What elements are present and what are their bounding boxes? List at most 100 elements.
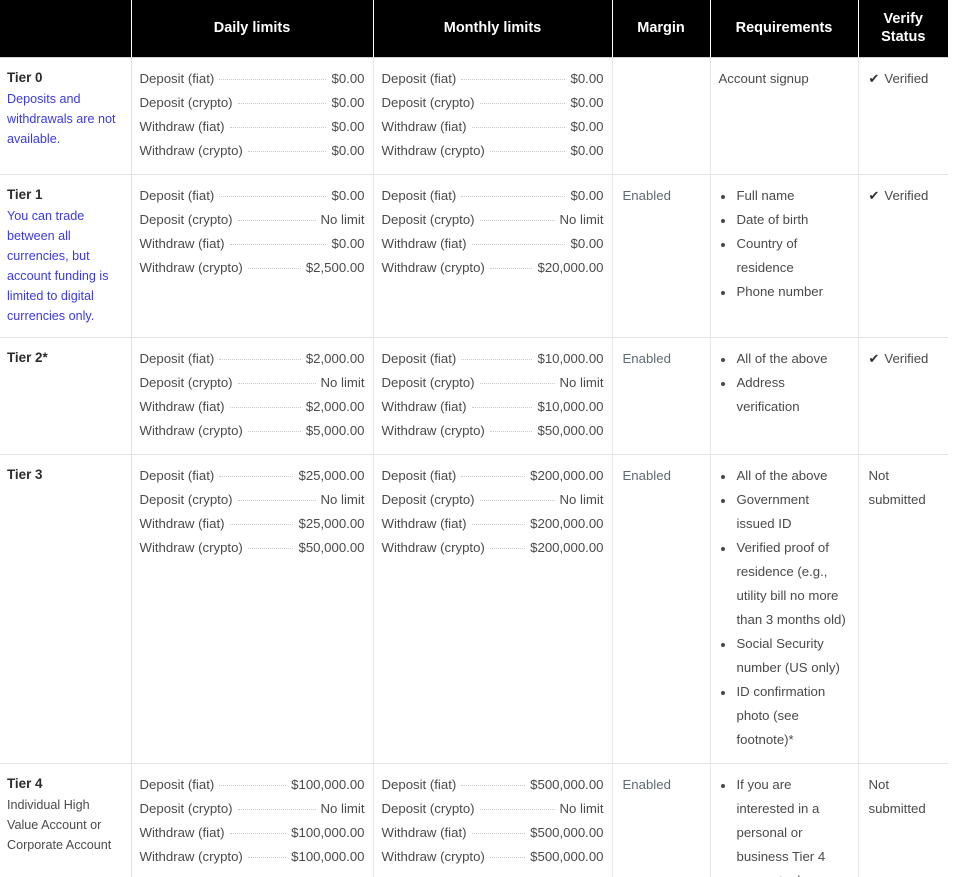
limit-item: Withdraw (fiat) $200,000.00 [382, 512, 604, 536]
dotted-leader [229, 126, 327, 128]
dotted-leader [489, 430, 533, 432]
tier-cell: Tier 1 You can trade between all currenci… [0, 173, 132, 337]
dotted-leader [479, 808, 555, 810]
column-header-monthly-limits: Monthly limits [373, 0, 613, 57]
table-body: Tier 0 Deposits and withdrawals are not a… [0, 56, 948, 877]
limit-label: Withdraw (crypto) [139, 422, 243, 438]
limit-label: Withdraw (fiat) [139, 235, 225, 251]
limit-item: Deposit (fiat) $0.00 [382, 67, 604, 91]
limit-item: Deposit (fiat) $0.00 [140, 67, 365, 91]
limit-label: Deposit (fiat) [381, 187, 457, 203]
daily-limits-cell: Deposit (fiat) $0.00 Deposit (crypto) No li… [131, 173, 374, 337]
verify-status-text: Verified [884, 350, 929, 366]
limit-value: $10,000.00 [537, 398, 604, 414]
monthly-limits-cell: Deposit (fiat) $10,000.00 Deposit (crypto)… [373, 336, 613, 454]
column-header-requirements: Requirements [710, 0, 859, 57]
requirement-item: Phone number [735, 280, 850, 304]
limit-value: No limit [320, 211, 365, 227]
dotted-leader [247, 430, 301, 432]
requirement-item: Address verification [735, 371, 850, 419]
dotted-leader [471, 406, 533, 408]
requirement-item: Full name [735, 184, 850, 208]
requirement-item: Social Security number (US only) [735, 632, 850, 680]
limit-value: No limit [320, 491, 365, 507]
table-row: Tier 1 You can trade between all currenci… [0, 173, 948, 337]
limit-item: Deposit (crypto) No limit [140, 488, 365, 512]
dotted-leader [237, 219, 316, 221]
limit-item: Withdraw (fiat) $0.00 [382, 115, 604, 139]
limits-list: Deposit (fiat) $0.00 Deposit (crypto) $0.00… [382, 67, 604, 163]
limit-item: Withdraw (fiat) $2,000.00 [140, 395, 365, 419]
limits-list: Deposit (fiat) $0.00 Deposit (crypto) $0.00… [140, 67, 365, 163]
dotted-leader [247, 856, 287, 858]
tier-title: Tier 3 [7, 466, 43, 482]
dotted-leader [471, 523, 526, 525]
limit-item: Deposit (crypto) No limit [382, 208, 604, 232]
limits-list: Deposit (fiat) $10,000.00 Deposit (crypto)… [382, 347, 604, 443]
limits-list: Deposit (fiat) $200,000.00 Deposit (crypto… [382, 464, 604, 560]
check-icon: ✔ [868, 350, 880, 366]
limit-value: $25,000.00 [298, 467, 365, 483]
limit-label: Withdraw (fiat) [139, 398, 225, 414]
limit-label: Deposit (fiat) [139, 350, 215, 366]
limit-label: Deposit (fiat) [381, 467, 457, 483]
requirement-item: Verified proof of residence (e.g., utili… [735, 536, 850, 632]
requirements-list: All of the aboveGovernment issued IDVeri… [719, 464, 850, 752]
table-row: Tier 0 Deposits and withdrawals are not a… [0, 56, 948, 174]
dotted-leader [229, 832, 287, 834]
limit-item: Withdraw (crypto) $2,500.00 [140, 256, 365, 280]
dotted-leader [479, 382, 555, 384]
account-tier-limits-table: Daily limits Monthly limits Margin Requi… [0, 0, 948, 877]
monthly-limits-cell: Deposit (fiat) $200,000.00 Deposit (crypto… [373, 453, 613, 763]
limit-value: $10,000.00 [537, 350, 604, 366]
limit-item: Deposit (fiat) $0.00 [140, 184, 365, 208]
verify-status-cell: Not submitted [858, 762, 948, 877]
limit-label: Deposit (fiat) [139, 776, 215, 792]
limit-item: Withdraw (fiat) $0.00 [140, 115, 365, 139]
tier-title: Tier 2* [7, 349, 48, 365]
dotted-leader [479, 102, 566, 104]
limit-label: Withdraw (crypto) [381, 848, 485, 864]
requirement-item: Date of birth [735, 208, 850, 232]
limit-item: Deposit (crypto) No limit [382, 371, 604, 395]
tier-note[interactable]: Deposits and withdrawals are not availab… [7, 89, 123, 149]
tier-title: Tier 1 [7, 186, 43, 202]
dotted-leader [219, 78, 327, 80]
verify-status-text: Not submitted [868, 776, 926, 816]
limit-value: $0.00 [570, 235, 604, 251]
header-row: Daily limits Monthly limits Margin Requi… [0, 0, 948, 57]
dotted-leader [219, 784, 287, 786]
requirement-item: Government issued ID [735, 488, 850, 536]
column-header-verify-status: Verify Status [858, 0, 948, 57]
limits-list: Deposit (fiat) $0.00 Deposit (crypto) No li… [140, 184, 365, 280]
limit-label: Withdraw (fiat) [139, 515, 225, 531]
limit-item: Withdraw (crypto) $5,000.00 [140, 419, 365, 443]
limit-label: Withdraw (crypto) [139, 848, 243, 864]
requirements-list: Full nameDate of birthCountry of residen… [719, 184, 850, 304]
dotted-leader [229, 406, 301, 408]
status-badge: ✔ Verified [869, 184, 941, 208]
monthly-limits-cell: Deposit (fiat) $500,000.00 Deposit (crypto… [373, 762, 613, 877]
limit-label: Withdraw (crypto) [381, 539, 485, 555]
tier-note[interactable]: You can trade between all currencies, bu… [7, 206, 123, 326]
tier-cell: Tier 4 Individual High Value Account or C… [0, 762, 132, 877]
limit-value: $0.00 [331, 70, 365, 86]
limit-label: Withdraw (crypto) [381, 259, 485, 275]
requirement-item: All of the above [735, 347, 850, 371]
requirements-cell: Account signup [710, 56, 859, 174]
limit-value: No limit [559, 211, 604, 227]
tier-cell: Tier 3 [0, 453, 132, 763]
limit-value: No limit [559, 374, 604, 390]
limit-item: Withdraw (crypto) $20,000.00 [382, 256, 604, 280]
status-badge: ✔ Verified [869, 67, 941, 91]
limit-item: Deposit (fiat) $0.00 [382, 184, 604, 208]
verify-status-cell: Not submitted [858, 453, 948, 763]
status-badge: Not submitted [869, 464, 941, 512]
limit-item: Deposit (fiat) $200,000.00 [382, 464, 604, 488]
limit-label: Withdraw (fiat) [381, 235, 467, 251]
requirements-cell: Full nameDate of birthCountry of residen… [710, 173, 859, 337]
dotted-leader [479, 219, 555, 221]
limit-label: Withdraw (crypto) [139, 539, 243, 555]
dotted-leader [471, 126, 566, 128]
limit-value: $200,000.00 [530, 467, 604, 483]
